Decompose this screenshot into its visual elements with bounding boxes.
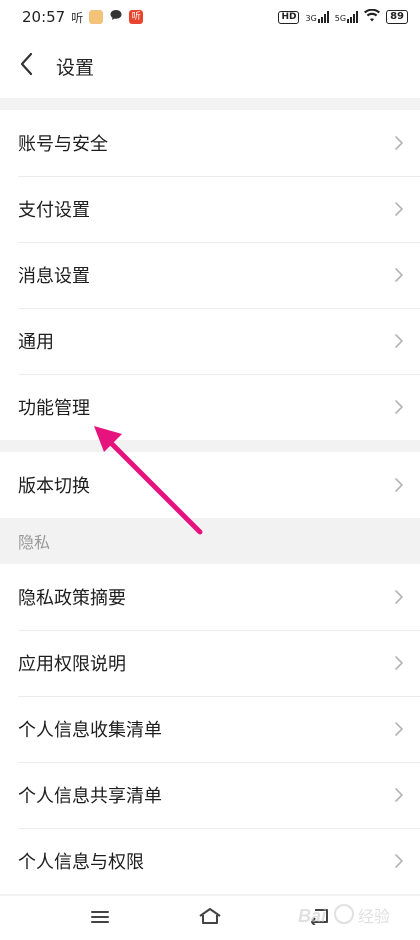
settings-row-app-permissions[interactable]: 应用权限说明 <box>0 630 420 696</box>
chevron-right-icon <box>392 133 406 153</box>
status-bar: 20:57 听 听 HD 3G 5G 89 <box>0 0 420 34</box>
row-label: 个人信息共享清单 <box>18 786 162 807</box>
chevron-right-icon <box>392 719 406 739</box>
settings-group-main: 账号与安全 支付设置 消息设置 通用 功能管理 <box>0 110 420 440</box>
chevron-right-icon <box>392 475 406 495</box>
row-label: 消息设置 <box>18 266 90 287</box>
section-header-privacy: 隐私 <box>18 533 51 552</box>
row-label: 隐私政策摘要 <box>18 588 126 609</box>
svg-text:经验: 经验 <box>358 907 390 926</box>
row-label: 支付设置 <box>18 200 90 221</box>
page-title: 设置 <box>56 56 95 79</box>
chevron-right-icon <box>392 653 406 673</box>
chevron-left-icon <box>19 52 33 80</box>
chevron-right-icon <box>392 331 406 351</box>
menu-icon <box>91 909 109 928</box>
row-label: 账号与安全 <box>18 134 108 155</box>
settings-group-privacy: 隐私政策摘要 应用权限说明 个人信息收集清单 个人信息共享清单 个人信息与权限 <box>0 564 420 894</box>
row-label: 版本切换 <box>18 476 90 497</box>
settings-row-info-collection[interactable]: 个人信息收集清单 <box>0 696 420 762</box>
row-label: 个人信息与权限 <box>18 852 144 873</box>
chevron-right-icon <box>392 851 406 871</box>
app-notification-icon <box>89 10 104 24</box>
header: 设置 <box>0 34 420 98</box>
chevron-right-icon <box>392 587 406 607</box>
chevron-right-icon <box>392 785 406 805</box>
status-right: HD 3G 5G 89 <box>278 8 408 25</box>
home-button[interactable] <box>190 898 230 938</box>
chat-notification-icon <box>109 8 123 26</box>
settings-row-messages[interactable]: 消息设置 <box>0 242 420 308</box>
settings-row-feature-management[interactable]: 功能管理 <box>0 374 420 440</box>
baidu-watermark-icon: Bai 经验 <box>298 904 390 926</box>
row-label: 功能管理 <box>18 398 90 419</box>
back-button[interactable] <box>2 34 50 98</box>
wifi-icon <box>364 8 381 25</box>
svg-text:Bai: Bai <box>298 906 327 926</box>
settings-row-payment[interactable]: 支付设置 <box>0 176 420 242</box>
settings-row-version-switch[interactable]: 版本切换 <box>0 452 420 518</box>
signal-5g-icon: 5G <box>334 11 359 23</box>
battery-indicator: 89 <box>386 10 408 24</box>
net-5g-label: 5G <box>334 14 347 23</box>
settings-row-privacy-summary[interactable]: 隐私政策摘要 <box>0 564 420 630</box>
settings-row-info-permissions[interactable]: 个人信息与权限 <box>0 828 420 894</box>
row-label: 通用 <box>18 332 54 353</box>
chevron-right-icon <box>392 265 406 285</box>
settings-row-account-security[interactable]: 账号与安全 <box>0 110 420 176</box>
signal-3g-icon: 3G <box>305 11 329 23</box>
menu-button[interactable] <box>80 898 120 938</box>
hd-indicator: HD <box>278 10 300 24</box>
status-time: 20:57 <box>22 8 66 26</box>
settings-row-general[interactable]: 通用 <box>0 308 420 374</box>
listen-badge-icon: 听 <box>129 10 144 24</box>
row-label: 应用权限说明 <box>18 654 126 675</box>
settings-group-version: 版本切换 <box>0 452 420 518</box>
notif-text: 听 <box>71 10 84 25</box>
status-left: 20:57 听 听 <box>22 8 144 26</box>
net-3g-label: 3G <box>305 14 317 23</box>
home-icon <box>198 907 222 929</box>
settings-row-info-sharing[interactable]: 个人信息共享清单 <box>0 762 420 828</box>
chevron-right-icon <box>392 199 406 219</box>
row-label: 个人信息收集清单 <box>18 720 162 741</box>
chevron-right-icon <box>392 397 406 417</box>
